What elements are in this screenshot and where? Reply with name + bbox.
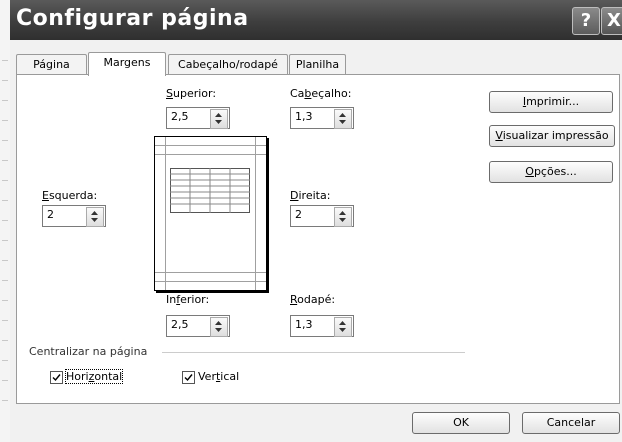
- spinner-arrows-icon[interactable]: [210, 109, 228, 129]
- checkmark-icon: [52, 374, 61, 382]
- cancel-button[interactable]: Cancelar: [522, 412, 620, 434]
- right-margin-value[interactable]: 2: [295, 208, 302, 221]
- footer-margin-value[interactable]: 1,3: [295, 318, 313, 331]
- preview-table-icon: [170, 168, 250, 213]
- bottom-margin-label: Inferior:: [166, 293, 210, 306]
- ok-button[interactable]: OK: [412, 412, 510, 434]
- right-margin-spinner[interactable]: 2: [290, 205, 354, 227]
- spinner-arrows-icon[interactable]: [334, 109, 352, 129]
- header-margin-label: Cabeçalho:: [290, 87, 352, 100]
- group-divider: [162, 352, 465, 353]
- left-margin-label: Esquerda:: [42, 189, 98, 202]
- footer-margin-spinner[interactable]: 1,3: [290, 315, 354, 337]
- tab-pagina[interactable]: Página: [16, 54, 87, 74]
- page-preview: [154, 136, 267, 291]
- top-margin-value[interactable]: 2,5: [171, 110, 189, 123]
- tab-planilha[interactable]: Planilha: [289, 54, 346, 74]
- spinner-arrows-icon[interactable]: [86, 207, 104, 227]
- horizontal-checkbox[interactable]: [50, 371, 63, 384]
- header-margin-value[interactable]: 1,3: [295, 110, 313, 123]
- page-setup-dialog: Configurar página ? X Página Margens Cab…: [10, 0, 622, 442]
- print-preview-button[interactable]: Visualizar impressão: [489, 125, 615, 147]
- left-margin-value[interactable]: 2: [47, 208, 54, 221]
- left-margin-spinner[interactable]: 2: [42, 205, 106, 227]
- margins-panel: Superior: 2,5 Cabeçalho: 1,3 Esquerda: 2…: [16, 74, 620, 404]
- bottom-margin-spinner[interactable]: 2,5: [166, 315, 230, 337]
- right-margin-label: Direita:: [290, 189, 331, 202]
- vertical-checkbox[interactable]: [182, 371, 195, 384]
- horizontal-label[interactable]: Horizontal: [64, 369, 124, 384]
- help-button[interactable]: ?: [572, 7, 600, 35]
- top-margin-label: Superior:: [166, 87, 217, 100]
- checkmark-icon: [184, 374, 193, 382]
- spinner-arrows-icon[interactable]: [334, 317, 352, 337]
- tab-cabecalho-rodape[interactable]: Cabeçalho/rodapé: [168, 54, 288, 74]
- dialog-title: Configurar página: [16, 6, 249, 31]
- options-button[interactable]: Opções...: [489, 161, 613, 183]
- top-margin-spinner[interactable]: 2,5: [166, 107, 230, 129]
- vertical-label[interactable]: Vertical: [198, 370, 239, 383]
- center-on-page-group-label: Centralizar na página: [29, 345, 148, 358]
- header-margin-spinner[interactable]: 1,3: [290, 107, 354, 129]
- spinner-arrows-icon[interactable]: [334, 207, 352, 227]
- spinner-arrows-icon[interactable]: [210, 317, 228, 337]
- bottom-margin-value[interactable]: 2,5: [171, 318, 189, 331]
- print-button[interactable]: Imprimir...: [489, 91, 613, 113]
- close-button[interactable]: X: [601, 7, 622, 35]
- title-bar[interactable]: Configurar página ? X: [10, 0, 622, 40]
- tab-margens[interactable]: Margens: [88, 52, 166, 76]
- footer-margin-label: Rodapé:: [290, 293, 336, 306]
